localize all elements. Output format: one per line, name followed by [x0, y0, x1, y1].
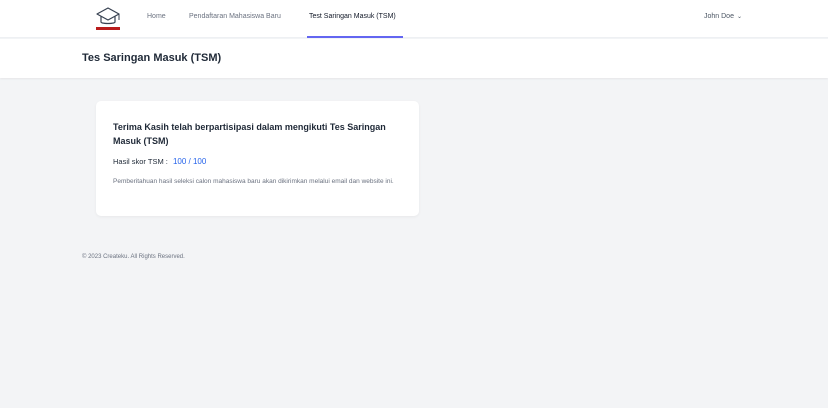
thank-you-message: Terima Kasih telah berpartisipasi dalam …: [113, 122, 386, 146]
nav-active-indicator: [307, 36, 403, 38]
nav-home[interactable]: Home: [147, 13, 166, 20]
nav-tsm[interactable]: Test Saringan Masuk (TSM): [309, 13, 396, 20]
score-label: Hasil skor TSM :: [113, 157, 168, 166]
page-title: Tes Saringan Masuk (TSM): [82, 52, 222, 64]
graduation-cap-logo-icon[interactable]: [93, 3, 123, 35]
result-note: Pemberitahuan hasil seleksi calon mahasi…: [113, 178, 394, 185]
score-row: Hasil skor TSM : 100 / 100: [113, 157, 206, 166]
top-navbar: Home Pendaftaran Mahasiswa Baru Test Sar…: [0, 0, 828, 38]
nav-registration[interactable]: Pendaftaran Mahasiswa Baru: [189, 13, 281, 20]
page-header: Tes Saringan Masuk (TSM): [0, 39, 828, 78]
result-card: Terima Kasih telah berpartisipasi dalam …: [96, 101, 419, 216]
chevron-down-icon: ⌄: [736, 14, 742, 20]
user-name: John Doe: [704, 13, 734, 20]
score-value: 100 / 100: [172, 157, 207, 166]
user-menu[interactable]: John Doe ⌄: [704, 13, 742, 20]
footer-copyright: © 2023 Createku. All Rights Reserved.: [82, 254, 185, 260]
